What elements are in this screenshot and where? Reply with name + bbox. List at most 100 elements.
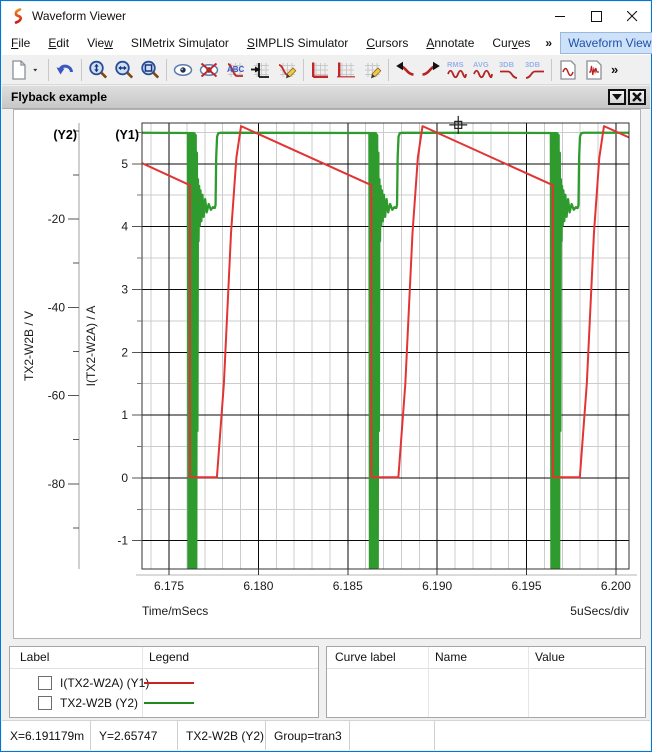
svg-text:3DB: 3DB [525, 60, 541, 69]
curve-checkbox[interactable] [38, 696, 52, 710]
svg-text:3: 3 [121, 282, 128, 296]
close-icon [632, 92, 642, 102]
close-icon [627, 11, 638, 22]
svg-text:I(TX2-W2A) / A: I(TX2-W2A) / A [84, 306, 98, 387]
graph-panel-frame [14, 110, 641, 639]
toolbar: ABC RMS AVG 3DB3DB » [2, 55, 650, 85]
toolbar-separator [81, 59, 82, 81]
menu-overflow-chevron[interactable]: » [539, 32, 558, 54]
menu-simplis-simulator[interactable]: SIMPLIS Simulator [238, 32, 357, 54]
svg-text:2: 2 [121, 345, 128, 359]
minimize-button[interactable] [542, 2, 578, 30]
edit-axis-button[interactable] [359, 57, 385, 83]
svg-text:TX2-W2B / V: TX2-W2B / V [22, 311, 36, 381]
menu-simetrix-simulator[interactable]: SIMetrix Simulator [122, 32, 238, 54]
lowpass-3db-button[interactable]: 3DB [496, 57, 522, 83]
rms-curve-button[interactable]: RMS [444, 57, 470, 83]
label-curve-icon: ABC [224, 59, 246, 81]
sheet-close-button[interactable] [628, 89, 646, 105]
svg-text:6.195: 6.195 [512, 579, 542, 593]
waveform-chart[interactable]: -20-40-60-80543210-1(Y2)(Y1)TX2-W2B / VI… [13, 109, 641, 639]
sheet-menu-button[interactable] [608, 89, 626, 105]
new-document-dropdown-icon [32, 59, 45, 81]
zoom-x-fit-icon [113, 59, 135, 81]
zoom-box-button[interactable] [137, 57, 163, 83]
column-header-value: Value [535, 650, 565, 664]
menu-file[interactable]: File [2, 32, 39, 54]
sheet-title: Flyback example [2, 90, 107, 104]
smooth-curve-left-button[interactable] [392, 57, 418, 83]
new-grid-icon [309, 59, 331, 81]
new-document-dropdown-button[interactable] [32, 57, 45, 83]
svg-text:6.175: 6.175 [154, 579, 184, 593]
new-document-button[interactable] [6, 57, 32, 83]
hide-curve-icon [198, 59, 220, 81]
zoom-x-fit-button[interactable] [111, 57, 137, 83]
curve-checkbox[interactable] [38, 676, 52, 690]
svg-text:-1: -1 [117, 534, 128, 548]
highpass-3db-icon: 3DB [524, 59, 546, 81]
stack-curves-button[interactable] [248, 57, 274, 83]
legend-line-sample [144, 682, 194, 684]
svg-text:-60: -60 [48, 389, 66, 403]
svg-text:(Y2): (Y2) [53, 128, 77, 142]
svg-text:Time/mSecs: Time/mSecs [142, 604, 208, 618]
plot-document-button[interactable] [555, 57, 581, 83]
menu-edit[interactable]: Edit [39, 32, 78, 54]
toolbar-separator [166, 59, 167, 81]
avg-curve-button[interactable]: AVG [470, 57, 496, 83]
menu-curves[interactable]: Curves [483, 32, 539, 54]
sheet-tab-bar: Flyback example [2, 86, 650, 109]
undo-button[interactable] [52, 57, 78, 83]
rms-curve-icon: RMS [446, 59, 468, 81]
edit-curve-button[interactable] [274, 57, 300, 83]
status-cell [350, 721, 435, 750]
toolbar-overflow-chevron[interactable]: » [607, 62, 622, 77]
smooth-curve-left-icon [394, 59, 416, 81]
svg-text:(Y1): (Y1) [115, 128, 139, 142]
show-curve-button[interactable] [170, 57, 196, 83]
legend-row: TX2-W2B (Y2) [10, 693, 318, 712]
maximize-icon [591, 11, 602, 22]
curve-values-panel: Curve label Name Value [326, 646, 646, 718]
status-cell: TX2-W2B (Y2) [178, 721, 266, 750]
legend-panel: Label Legend I(TX2-W2A) (Y1)TX2-W2B (Y2) [9, 646, 319, 718]
hide-curve-button[interactable] [196, 57, 222, 83]
maximize-button[interactable] [578, 2, 614, 30]
status-cell: Y=2.65747 [91, 721, 178, 750]
show-curve-icon [172, 59, 194, 81]
menu-annotate[interactable]: Annotate [417, 32, 483, 54]
svg-text:AVG: AVG [473, 60, 489, 69]
window-title: Waveform Viewer [32, 9, 126, 23]
triangle-down-icon [612, 93, 622, 101]
svg-text:1: 1 [121, 408, 128, 422]
svg-text:-80: -80 [48, 477, 66, 491]
column-header-label: Label [20, 650, 49, 664]
status-bar: X=6.191179mY=2.65747TX2-W2B (Y2)Group=tr… [2, 720, 650, 750]
svg-text:5: 5 [121, 157, 128, 171]
close-button[interactable] [614, 2, 650, 30]
svg-text:6.190: 6.190 [422, 579, 452, 593]
fourier-document-button[interactable] [581, 57, 607, 83]
new-y-axis-button[interactable] [333, 57, 359, 83]
label-curve-button[interactable]: ABC [222, 57, 248, 83]
menu-view[interactable]: View [78, 32, 122, 54]
highpass-3db-button[interactable]: 3DB [522, 57, 548, 83]
title-bar: Waveform Viewer [2, 2, 650, 30]
minimize-icon [555, 11, 566, 22]
menu-cursors[interactable]: Cursors [357, 32, 417, 54]
zoom-y-fit-button[interactable] [85, 57, 111, 83]
toolbar-separator [551, 59, 552, 81]
column-header-name: Name [435, 650, 467, 664]
new-grid-button[interactable] [307, 57, 333, 83]
mode-selector-combo[interactable]: Waveform Viewer ▼ [560, 32, 652, 54]
zoom-box-icon [139, 59, 161, 81]
column-header-legend: Legend [149, 650, 189, 664]
fourier-document-icon [583, 59, 605, 81]
mode-selector-label: Waveform Viewer [561, 36, 652, 50]
graph-panel[interactable]: -20-40-60-80543210-1(Y2)(Y1)TX2-W2B / VI… [13, 109, 641, 639]
avg-curve-icon: AVG [472, 59, 494, 81]
svg-text:0: 0 [121, 471, 128, 485]
smooth-curve-right-button[interactable] [418, 57, 444, 83]
menu-bar: FileEditViewSIMetrix SimulatorSIMPLIS Si… [2, 30, 650, 55]
